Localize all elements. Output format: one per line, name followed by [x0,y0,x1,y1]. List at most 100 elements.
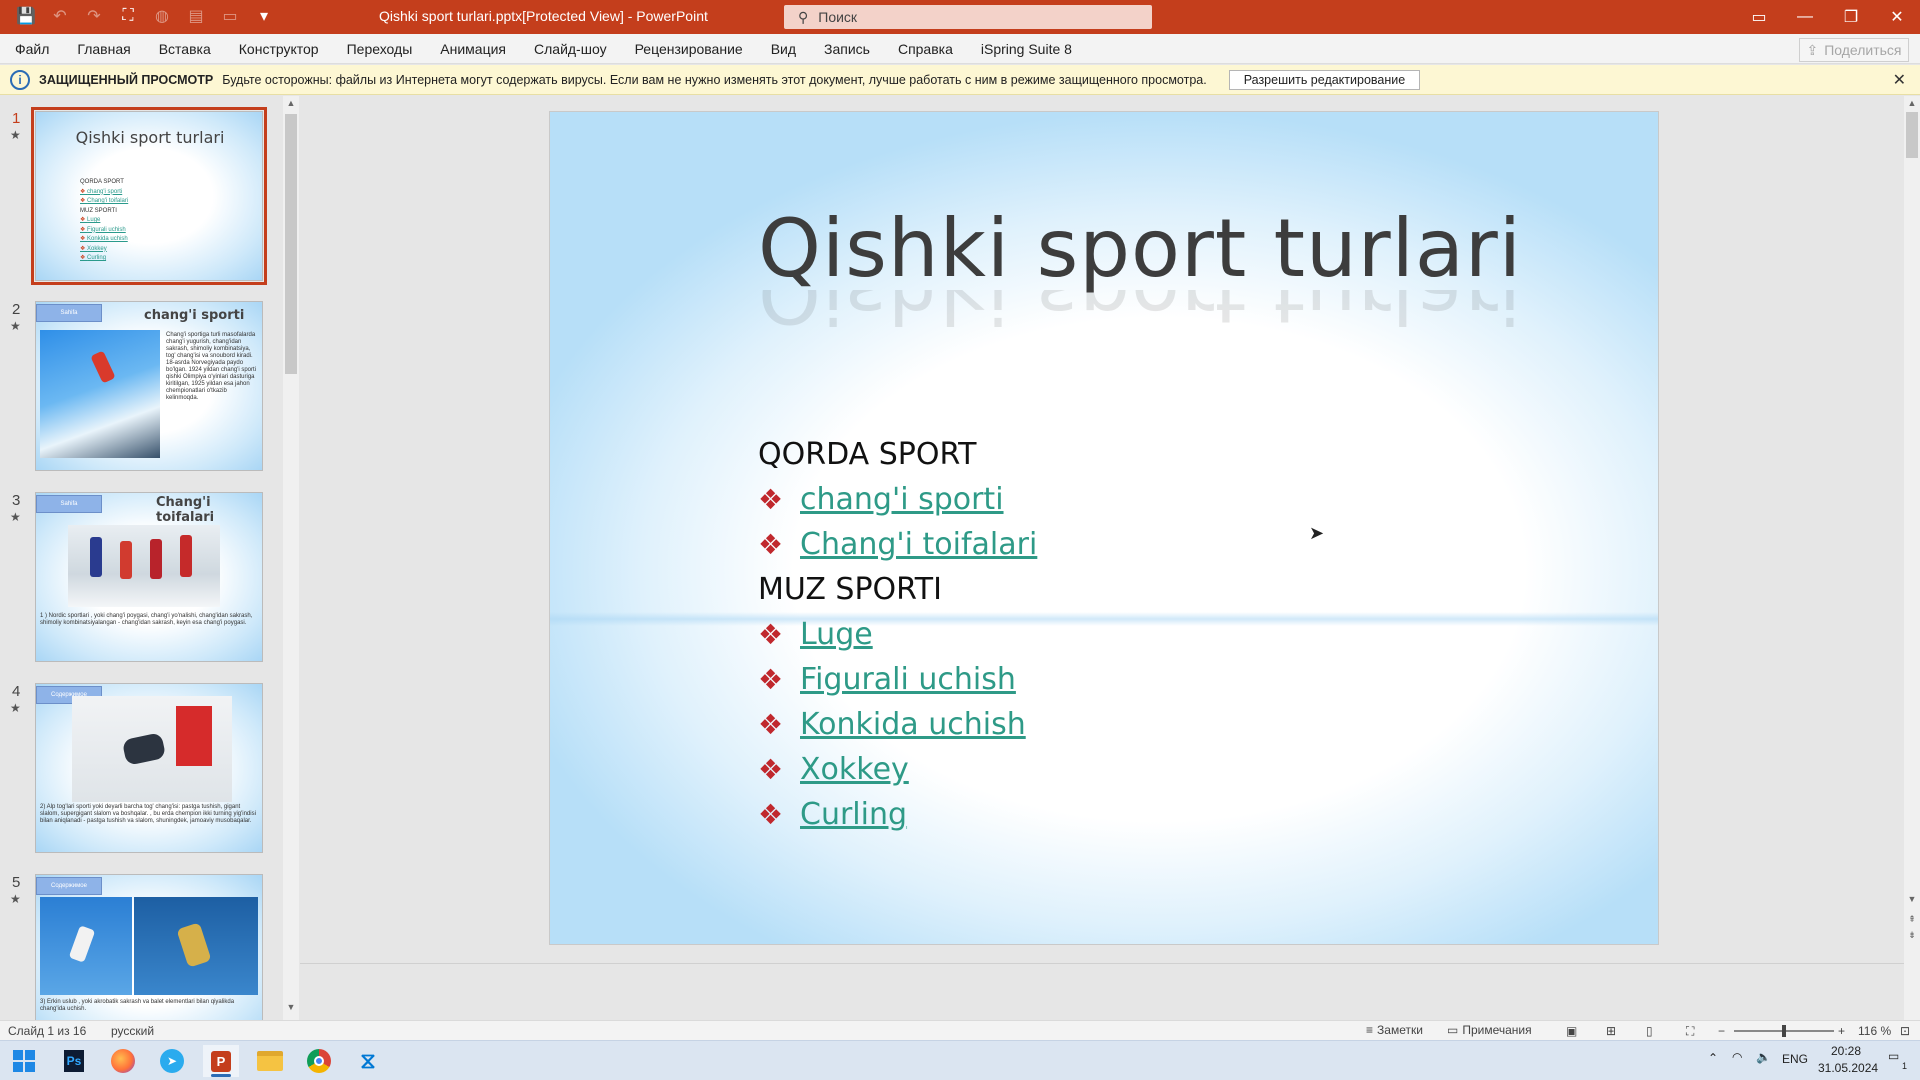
slide-counter: Слайд 1 из 16 [8,1024,87,1038]
thumbnail-title: Chang'i toifalari [156,495,215,525]
info-icon: i [10,69,30,90]
zoom-slider-knob[interactable] [1782,1025,1786,1037]
tab-transitions[interactable]: Переходы [347,41,413,57]
ribbon-tabs: Файл Главная Вставка Конструктор Переход… [0,34,1920,64]
vscode-icon[interactable]: ⧖ [350,1045,386,1077]
minimize-button[interactable]: — [1782,0,1828,34]
hyperlink[interactable]: Figurali uchish [796,662,1016,697]
thumbnail-line: Xokkey [80,245,128,255]
scroll-down-icon[interactable]: ▼ [1904,894,1920,908]
present-from-beginning-icon[interactable]: ⛶ [118,6,138,26]
hyperlink[interactable]: Curling [796,797,907,832]
tab-home[interactable]: Главная [77,41,130,57]
close-button[interactable]: ✕ [1874,0,1920,34]
thumbnail-text: 2) Alp tog'lari sporti yoki deyarli barc… [40,804,256,824]
list-item: ❖ Curling [758,792,1037,837]
scroll-down-icon[interactable]: ▼ [283,1002,299,1016]
wifi-icon[interactable]: ◠ [1732,1050,1742,1064]
hyperlink[interactable]: Konkida uchish [796,707,1026,742]
close-icon[interactable]: ✕ [1893,70,1906,90]
chrome-icon[interactable] [301,1045,337,1077]
thumbnail-text: 3) Erkin uslub , yoki akrobatik sakrash … [40,999,235,1012]
zoom-out-button[interactable]: − [1718,1024,1725,1038]
volume-icon[interactable]: 🔈 [1756,1050,1771,1064]
reading-view-icon[interactable]: ▯ [1646,1024,1653,1038]
show-hidden-icons-icon[interactable]: ⌃ [1708,1051,1718,1065]
hyperlink[interactable]: Luge [796,617,873,652]
tab-animations[interactable]: Анимация [440,41,506,57]
thumbnail-tag: Sahifa [36,495,102,513]
notification-icon[interactable]: ▭ [1888,1049,1899,1063]
tab-record[interactable]: Запись [824,41,870,57]
zoom-in-button[interactable]: + [1838,1024,1845,1038]
notes-button[interactable]: ≡ Заметки [1366,1023,1423,1037]
tab-slideshow[interactable]: Слайд-шоу [534,41,607,57]
slide-canvas[interactable]: Qishki sport turlari Qishki sport turlar… [549,111,1659,945]
search-box[interactable]: ⚲ Поиск [784,5,1152,29]
thumbnail-line: MUZ SPORTI [80,207,117,214]
file-explorer-icon[interactable] [252,1045,288,1077]
clock-date[interactable]: 31.05.2024 [1818,1061,1878,1075]
comments-button[interactable]: ▭ Примечания [1447,1023,1532,1037]
slide-scrollbar[interactable]: ▲ ▼ ⇞ ⇟ [1904,96,1920,1020]
notes-divider [300,963,1904,964]
fit-slide-icon[interactable]: ⊡ [1900,1024,1910,1038]
share-label: Поделиться [1824,42,1902,58]
slide-number: 1 [12,110,21,127]
enable-editing-button[interactable]: Разрешить редактирование [1228,69,1421,90]
slide-sorter-icon[interactable]: ⊞ [1606,1024,1616,1038]
thumbnail-list: QORDA SPORT chang'i sporti Chang'i toifa… [80,178,128,264]
photoshop-icon[interactable]: Ps [56,1045,92,1077]
slide-number: 5 [12,874,21,891]
thumbnail-line: Luge [80,216,128,226]
normal-view-icon[interactable]: ▣ [1566,1024,1577,1038]
slalom-skier-photo [72,696,232,802]
thumbnail-scrollbar[interactable]: ▲ ▼ [283,96,299,1020]
layout-icon[interactable]: ▤ [186,6,206,26]
language-indicator[interactable]: русский [111,1024,154,1038]
tab-review[interactable]: Рецензирование [635,41,743,57]
taskbar: Ps ➤ P ⧖ ⌃ ◠ 🔈 ENG 20:28 31.05.2024 ▭ 1 [0,1040,1920,1080]
next-slide-icon[interactable]: ⇟ [1904,930,1920,944]
tab-design[interactable]: Конструктор [239,41,319,57]
scrollbar-thumb[interactable] [1906,112,1918,158]
tab-view[interactable]: Вид [771,41,796,57]
redo-icon[interactable]: ↷ [84,6,104,26]
undo-icon[interactable]: ↶ [50,6,70,26]
customize-qat-icon[interactable]: ▾ [254,6,274,26]
thumbnail-line: Konkida uchish [80,235,128,245]
background-streak [550,612,1658,626]
hyperlink[interactable]: Xokkey [796,752,909,787]
toggle-icon[interactable]: ▭ [220,6,240,26]
tab-insert[interactable]: Вставка [159,41,211,57]
input-language[interactable]: ENG [1782,1052,1808,1066]
slideshow-icon[interactable]: ⛶ [1686,1024,1694,1039]
scrollbar-thumb[interactable] [285,114,297,374]
thumbnail-tag: Sahifa [36,304,102,322]
share-button[interactable]: ⇪ Поделиться [1799,38,1909,62]
zoom-level[interactable]: 116 % [1858,1024,1891,1038]
restore-button[interactable]: ❐ [1828,0,1874,34]
scroll-up-icon[interactable]: ▲ [1904,98,1920,112]
hyperlink[interactable]: chang'i sporti [796,482,1004,517]
save-icon[interactable]: 💾 [16,6,36,26]
slide-number: 4 [12,683,21,700]
bullet-icon: ❖ [758,708,784,741]
record-icon[interactable]: ◍ [152,6,172,26]
bullet-icon: ❖ [758,528,784,561]
previous-slide-icon[interactable]: ⇞ [1904,914,1920,928]
clock-time[interactable]: 20:28 [1831,1044,1861,1058]
ribbon-display-options-button[interactable]: ▭ [1736,0,1782,34]
hyperlink[interactable]: Chang'i toifalari [796,527,1037,562]
thumbnail-line: Curling [80,254,128,264]
firefox-icon[interactable] [105,1045,141,1077]
scroll-up-icon[interactable]: ▲ [283,98,299,112]
tab-ispring[interactable]: iSpring Suite 8 [981,41,1072,57]
title-bar: 💾 ↶ ↷ ⛶ ◍ ▤ ▭ ▾ Qishki sport turlari.ppt… [0,0,1920,34]
start-button[interactable] [6,1045,42,1077]
tab-help[interactable]: Справка [898,41,953,57]
tab-file[interactable]: Файл [15,41,49,57]
telegram-icon[interactable]: ➤ [154,1045,190,1077]
powerpoint-icon[interactable]: P [203,1045,239,1077]
list-item: ❖ Konkida uchish [758,702,1037,747]
